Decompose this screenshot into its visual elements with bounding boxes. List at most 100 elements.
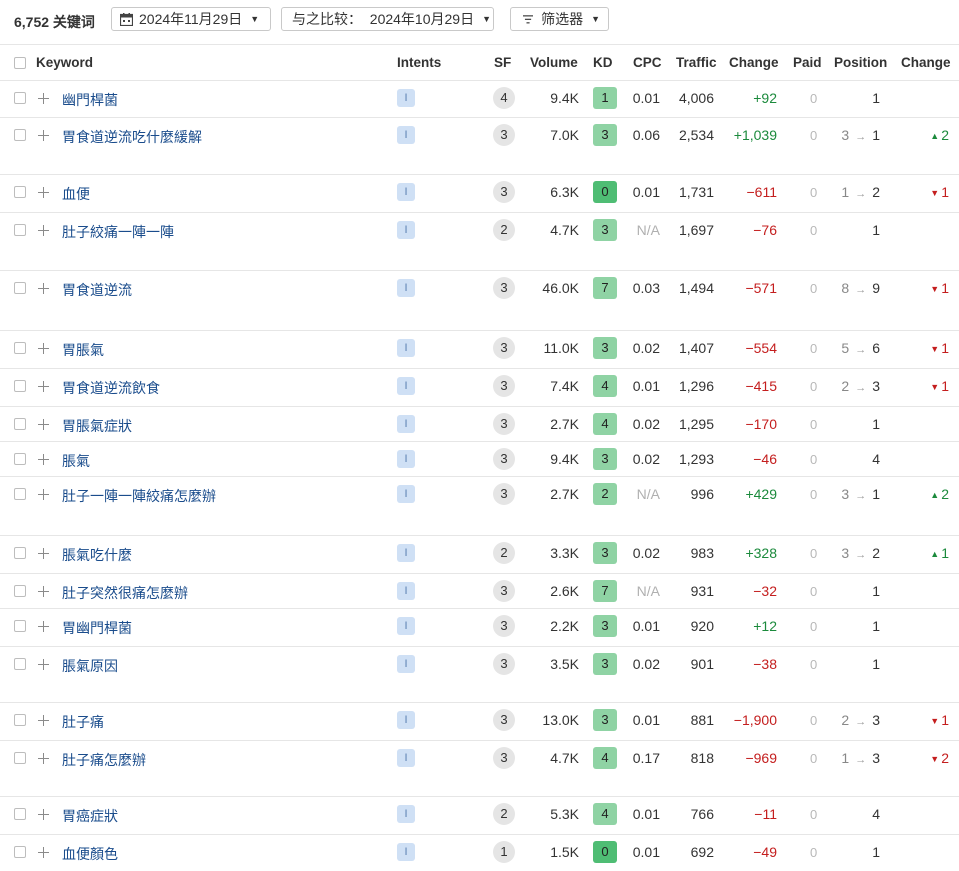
keyword-link[interactable]: 胃食道逆流飲食 [62, 378, 160, 398]
keyword-link[interactable]: 胃幽門桿菌 [62, 618, 132, 638]
intent-badge[interactable]: I [397, 749, 415, 767]
compare-date-button[interactable]: 与之比较： 2024年10月29日 ▼ [281, 7, 494, 31]
serp-features-badge[interactable]: 3 [493, 448, 515, 470]
keyword-link[interactable]: 脹氣 [62, 451, 90, 471]
add-keyword-icon[interactable] [38, 586, 49, 597]
intent-badge[interactable]: I [397, 582, 415, 600]
serp-features-badge[interactable]: 3 [493, 483, 515, 505]
column-kd[interactable]: KD [593, 55, 613, 70]
row-checkbox[interactable] [14, 380, 26, 392]
keyword-link[interactable]: 肚子突然很痛怎麼辦 [62, 583, 188, 603]
serp-features-badge[interactable]: 3 [493, 615, 515, 637]
serp-features-badge[interactable]: 3 [493, 124, 515, 146]
keyword-link[interactable]: 血便 [62, 184, 90, 204]
column-volume[interactable]: Volume [530, 55, 578, 70]
keyword-link[interactable]: 胃脹氣症狀 [62, 416, 132, 436]
row-checkbox[interactable] [14, 129, 26, 141]
add-keyword-icon[interactable] [38, 283, 49, 294]
column-position[interactable]: Position [834, 55, 887, 70]
serp-features-badge[interactable]: 2 [493, 803, 515, 825]
intent-badge[interactable]: I [397, 89, 415, 107]
column-traffic[interactable]: Traffic [676, 55, 717, 70]
intent-badge[interactable]: I [397, 843, 415, 861]
serp-features-badge[interactable]: 4 [493, 87, 515, 109]
column-keyword[interactable]: Keyword [36, 55, 93, 70]
add-keyword-icon[interactable] [38, 489, 49, 500]
serp-features-badge[interactable]: 2 [493, 219, 515, 241]
keyword-link[interactable]: 肚子絞痛一陣一陣 [62, 222, 174, 242]
serp-features-badge[interactable]: 3 [493, 375, 515, 397]
add-keyword-icon[interactable] [38, 621, 49, 632]
keyword-link[interactable]: 肚子一陣一陣絞痛怎麼辦 [62, 486, 216, 506]
intent-badge[interactable]: I [397, 805, 415, 823]
keyword-link[interactable]: 幽門桿菌 [62, 90, 118, 110]
row-checkbox[interactable] [14, 92, 26, 104]
column-paid[interactable]: Paid [793, 55, 822, 70]
serp-features-badge[interactable]: 3 [493, 277, 515, 299]
column-sf[interactable]: SF [494, 55, 511, 70]
filter-button[interactable]: 筛选器 ▼ [510, 7, 609, 31]
intent-badge[interactable]: I [397, 655, 415, 673]
select-all-checkbox[interactable] [14, 57, 26, 69]
intent-badge[interactable]: I [397, 711, 415, 729]
keyword-link[interactable]: 脹氣吃什麼 [62, 545, 132, 565]
add-keyword-icon[interactable] [38, 93, 49, 104]
serp-features-badge[interactable]: 3 [493, 181, 515, 203]
add-keyword-icon[interactable] [38, 419, 49, 430]
add-keyword-icon[interactable] [38, 381, 49, 392]
add-keyword-icon[interactable] [38, 454, 49, 465]
keyword-link[interactable]: 血便顏色 [62, 844, 118, 864]
add-keyword-icon[interactable] [38, 343, 49, 354]
column-change[interactable]: Change [729, 55, 779, 70]
intent-badge[interactable]: I [397, 339, 415, 357]
column-cpc[interactable]: CPC [633, 55, 662, 70]
serp-features-badge[interactable]: 2 [493, 542, 515, 564]
serp-features-badge[interactable]: 3 [493, 337, 515, 359]
intent-badge[interactable]: I [397, 617, 415, 635]
add-keyword-icon[interactable] [38, 187, 49, 198]
serp-features-badge[interactable]: 3 [493, 580, 515, 602]
row-checkbox[interactable] [14, 418, 26, 430]
row-checkbox[interactable] [14, 846, 26, 858]
keyword-link[interactable]: 肚子痛怎麼辦 [62, 750, 146, 770]
row-checkbox[interactable] [14, 620, 26, 632]
intent-badge[interactable]: I [397, 544, 415, 562]
date-picker-button[interactable]: 2024年11月29日 ▼ [111, 7, 271, 31]
intent-badge[interactable]: I [397, 450, 415, 468]
add-keyword-icon[interactable] [38, 225, 49, 236]
column-position-change[interactable]: Change [901, 55, 951, 70]
keyword-link[interactable]: 胃脹氣 [62, 340, 104, 360]
row-checkbox[interactable] [14, 224, 26, 236]
row-checkbox[interactable] [14, 453, 26, 465]
serp-features-badge[interactable]: 3 [493, 709, 515, 731]
keyword-link[interactable]: 胃食道逆流吃什麼緩解 [62, 127, 202, 147]
intent-badge[interactable]: I [397, 485, 415, 503]
row-checkbox[interactable] [14, 488, 26, 500]
add-keyword-icon[interactable] [38, 715, 49, 726]
row-checkbox[interactable] [14, 808, 26, 820]
row-checkbox[interactable] [14, 714, 26, 726]
column-intents[interactable]: Intents [397, 55, 441, 70]
row-checkbox[interactable] [14, 342, 26, 354]
intent-badge[interactable]: I [397, 126, 415, 144]
intent-badge[interactable]: I [397, 279, 415, 297]
serp-features-badge[interactable]: 3 [493, 747, 515, 769]
keyword-link[interactable]: 胃癌症狀 [62, 806, 118, 826]
add-keyword-icon[interactable] [38, 659, 49, 670]
row-checkbox[interactable] [14, 282, 26, 294]
row-checkbox[interactable] [14, 186, 26, 198]
keyword-link[interactable]: 胃食道逆流 [62, 280, 132, 300]
intent-badge[interactable]: I [397, 377, 415, 395]
serp-features-badge[interactable]: 1 [493, 841, 515, 863]
intent-badge[interactable]: I [397, 221, 415, 239]
intent-badge[interactable]: I [397, 183, 415, 201]
row-checkbox[interactable] [14, 547, 26, 559]
row-checkbox[interactable] [14, 752, 26, 764]
row-checkbox[interactable] [14, 658, 26, 670]
add-keyword-icon[interactable] [38, 809, 49, 820]
add-keyword-icon[interactable] [38, 130, 49, 141]
keyword-link[interactable]: 肚子痛 [62, 712, 104, 732]
add-keyword-icon[interactable] [38, 753, 49, 764]
keyword-link[interactable]: 脹氣原因 [62, 656, 118, 676]
add-keyword-icon[interactable] [38, 847, 49, 858]
